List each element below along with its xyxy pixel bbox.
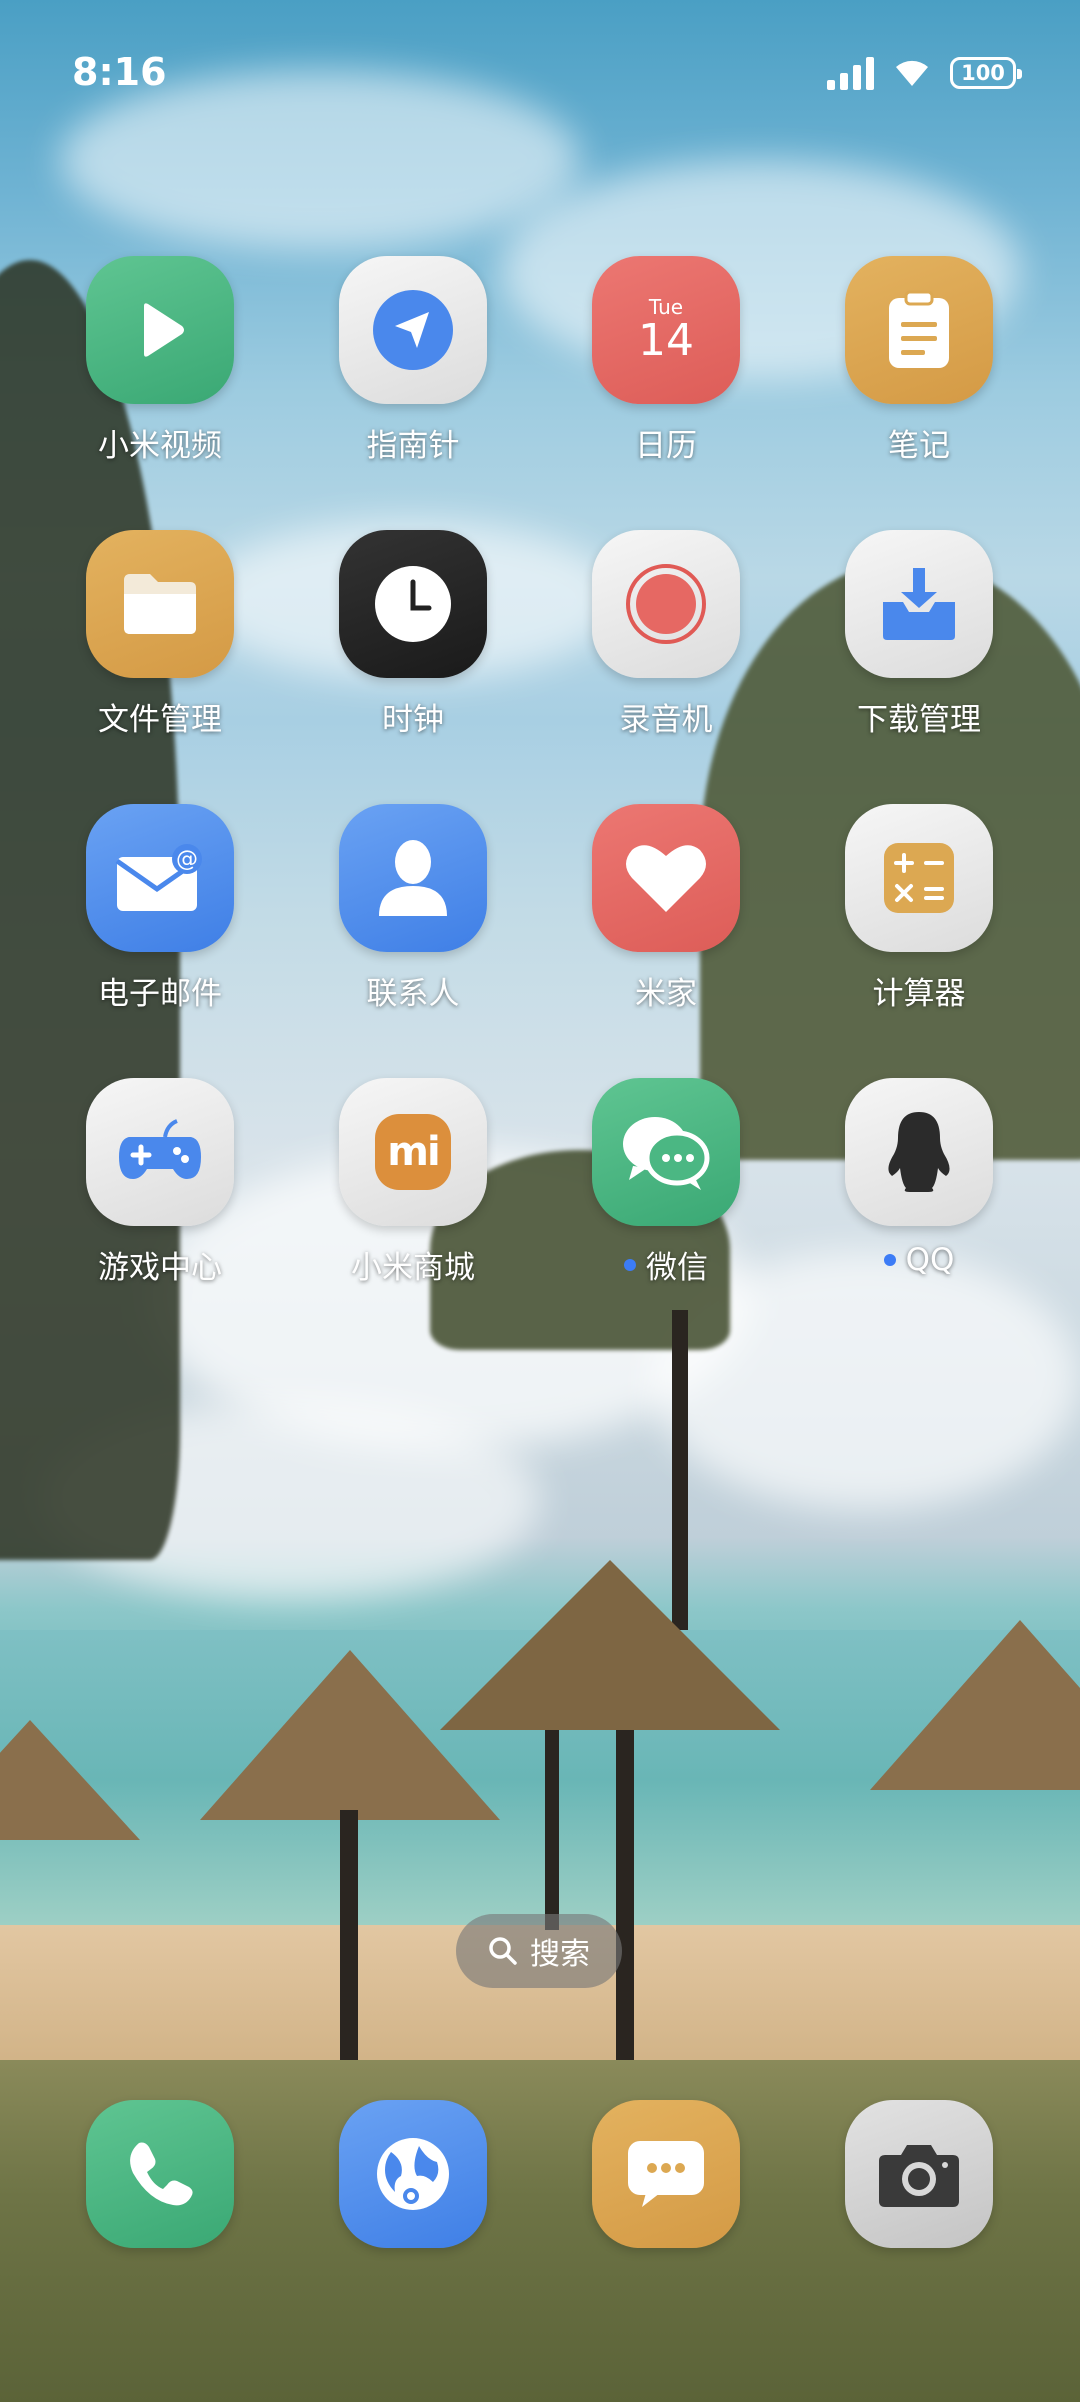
app-label: 联系人 — [366, 976, 460, 1012]
app-notes[interactable]: 笔记 — [809, 256, 1029, 496]
wechat-icon[interactable] — [592, 1078, 740, 1226]
calendar-date: 14 — [638, 315, 694, 366]
app-mi-video[interactable]: 小米视频 — [50, 256, 270, 496]
app-clock[interactable]: 时钟 — [303, 530, 523, 770]
folder-icon[interactable] — [86, 530, 234, 678]
app-label: 录音机 — [619, 702, 713, 738]
penguin-icon[interactable] — [845, 1078, 993, 1226]
notification-dot — [883, 1254, 896, 1266]
messages-icon[interactable] — [592, 2100, 740, 2248]
svg-text:@: @ — [176, 847, 198, 872]
contacts-icon[interactable] — [339, 804, 487, 952]
status-bar: 8:16 100 — [0, 0, 1080, 150]
browser-icon[interactable] — [339, 2100, 487, 2248]
record-icon[interactable] — [592, 530, 740, 678]
app-mi-store[interactable]: mi 小米商城 — [303, 1078, 523, 1318]
dock-camera[interactable] — [809, 2100, 1029, 2340]
app-file-manager[interactable]: 文件管理 — [50, 530, 270, 770]
app-compass[interactable]: 指南针 — [303, 256, 523, 496]
app-email[interactable]: @ 电子邮件 — [50, 804, 270, 1044]
app-label-text: QQ — [905, 1242, 955, 1278]
battery-level: 100 — [961, 61, 1005, 85]
mi-store-icon[interactable]: mi — [339, 1078, 487, 1226]
app-mijia[interactable]: 米家 — [556, 804, 776, 1044]
app-wechat[interactable]: 微信 — [556, 1078, 776, 1318]
compass-icon[interactable] — [339, 256, 487, 404]
app-contacts[interactable]: 联系人 — [303, 804, 523, 1044]
app-label: 微信 — [624, 1242, 708, 1287]
email-icon[interactable]: @ — [86, 804, 234, 952]
app-label: 指南针 — [366, 428, 460, 464]
signal-icon — [827, 56, 874, 90]
phone-icon[interactable] — [86, 2100, 234, 2248]
dock — [0, 2100, 1080, 2250]
battery-icon: 100 — [950, 57, 1022, 89]
dock-phone[interactable] — [50, 2100, 270, 2340]
download-icon[interactable] — [845, 530, 993, 678]
app-label: 笔记 — [888, 428, 950, 464]
app-label: 电子邮件 — [98, 976, 222, 1012]
app-label: 时钟 — [382, 702, 444, 738]
play-icon[interactable] — [86, 256, 234, 404]
app-label: 下载管理 — [857, 702, 981, 738]
status-time: 8:16 — [72, 50, 167, 94]
wifi-icon — [896, 60, 928, 86]
app-label: 游戏中心 — [98, 1250, 222, 1286]
app-label: 小米视频 — [98, 428, 222, 464]
app-label: 计算器 — [872, 976, 966, 1012]
mi-logo: mi — [375, 1114, 451, 1190]
status-icons: 100 — [827, 56, 1022, 90]
dock-messages[interactable] — [556, 2100, 776, 2340]
app-calendar[interactable]: Tue 14 日历 — [556, 256, 776, 496]
dock-browser[interactable] — [303, 2100, 523, 2340]
app-label: 日历 — [635, 428, 697, 464]
app-game-center[interactable]: 游戏中心 — [50, 1078, 270, 1318]
mi-logo-text: mi — [387, 1129, 440, 1175]
app-qq[interactable]: QQ — [809, 1078, 1029, 1318]
app-label: QQ — [883, 1242, 955, 1278]
clock-icon[interactable] — [339, 530, 487, 678]
search-label: 搜索 — [530, 1937, 590, 1972]
notes-icon[interactable] — [845, 256, 993, 404]
search-button[interactable]: 搜索 — [456, 1914, 622, 1988]
calendar-icon[interactable]: Tue 14 — [592, 256, 740, 404]
app-label: 小米商城 — [351, 1250, 475, 1286]
app-recorder[interactable]: 录音机 — [556, 530, 776, 770]
notification-dot — [624, 1258, 636, 1271]
gamepad-icon[interactable] — [86, 1078, 234, 1226]
search-icon — [489, 1937, 517, 1965]
app-downloads[interactable]: 下载管理 — [809, 530, 1029, 770]
camera-icon[interactable] — [845, 2100, 993, 2248]
heart-icon[interactable] — [592, 804, 740, 952]
app-label: 米家 — [635, 976, 697, 1012]
app-label-text: 微信 — [646, 1250, 708, 1286]
app-calculator[interactable]: 计算器 — [809, 804, 1029, 1044]
calculator-icon[interactable] — [845, 804, 993, 952]
app-label: 文件管理 — [98, 702, 222, 738]
